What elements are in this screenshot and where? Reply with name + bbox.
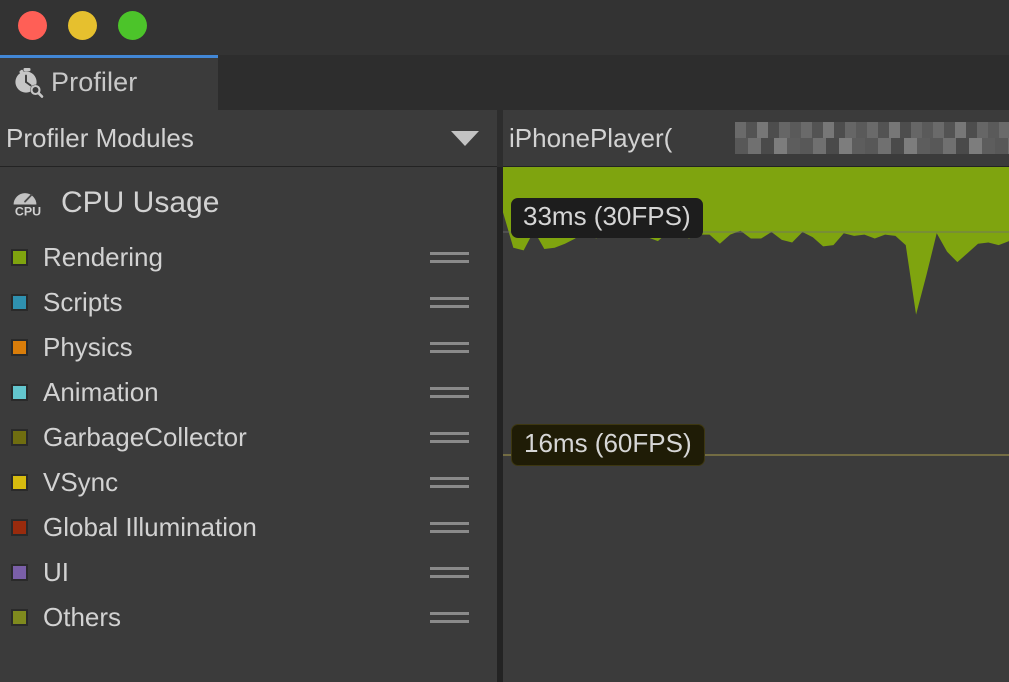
drag-handle-icon[interactable] [430, 477, 469, 489]
svg-text:CPU: CPU [15, 205, 41, 219]
legend-color-swatch[interactable] [11, 384, 28, 401]
cpu-gauge-icon: CPU [8, 183, 48, 223]
profiler-modules-label: Profiler Modules [6, 122, 194, 153]
profiler-window: Profiler Profiler Modules iPhonePlayer( … [0, 0, 1009, 682]
legend-item-ui[interactable]: UI [0, 550, 497, 595]
connected-player-header[interactable]: iPhonePlayer( [503, 110, 1009, 167]
legend-color-swatch[interactable] [11, 429, 28, 446]
tab-profiler[interactable]: Profiler [0, 55, 218, 110]
redacted-player-id [735, 122, 1009, 154]
legend-color-swatch[interactable] [11, 474, 28, 491]
legend-color-swatch[interactable] [11, 564, 28, 581]
legend-item-garbagecollector[interactable]: GarbageCollector [0, 415, 497, 460]
legend-item-others[interactable]: Others [0, 595, 497, 640]
profiler-modules-sidebar: CPU CPU Usage Rendering Scripts Physics Ani… [0, 167, 497, 682]
profiler-modules-dropdown[interactable]: Profiler Modules [0, 110, 497, 167]
legend-item-label: GarbageCollector [43, 422, 247, 452]
tab-bar: Profiler [0, 55, 1009, 110]
fps-marker-16ms: 16ms (60FPS) [511, 424, 705, 466]
close-button[interactable] [18, 11, 47, 40]
legend-item-label: Global Illumination [43, 512, 257, 542]
tab-active-accent [0, 55, 218, 58]
zoom-button[interactable] [118, 11, 147, 40]
cpu-legend-list: Rendering Scripts Physics Animation GarbageC… [0, 235, 497, 640]
legend-item-label: UI [43, 557, 69, 587]
legend-item-label: Physics [43, 332, 133, 362]
legend-item-label: VSync [43, 467, 119, 497]
drag-handle-icon[interactable] [430, 297, 469, 309]
legend-item-label: Others [43, 602, 122, 632]
legend-item-rendering[interactable]: Rendering [0, 235, 497, 280]
tab-label: Profiler [51, 67, 138, 97]
stopwatch-search-icon [11, 66, 45, 100]
legend-item-scripts[interactable]: Scripts [0, 280, 497, 325]
title-bar [0, 0, 1009, 55]
legend-item-label: Animation [43, 377, 159, 407]
legend-item-global-illumination[interactable]: Global Illumination [0, 505, 497, 550]
drag-handle-icon[interactable] [430, 387, 469, 399]
chevron-down-icon[interactable] [451, 131, 479, 146]
cpu-usage-module-header[interactable]: CPU CPU Usage [0, 177, 219, 229]
drag-handle-icon[interactable] [430, 252, 469, 264]
window-controls [18, 11, 147, 40]
legend-color-swatch[interactable] [11, 519, 28, 536]
drag-handle-icon[interactable] [430, 567, 469, 579]
fps-marker-33ms: 33ms (30FPS) [511, 198, 703, 238]
drag-handle-icon[interactable] [430, 432, 469, 444]
legend-item-physics[interactable]: Physics [0, 325, 497, 370]
player-name-label: iPhonePlayer( [509, 122, 673, 153]
legend-color-swatch[interactable] [11, 294, 28, 311]
legend-color-swatch[interactable] [11, 609, 28, 626]
legend-item-vsync[interactable]: VSync [0, 460, 497, 505]
legend-item-animation[interactable]: Animation [0, 370, 497, 415]
legend-item-label: Rendering [43, 242, 163, 272]
drag-handle-icon[interactable] [430, 522, 469, 534]
drag-handle-icon[interactable] [430, 612, 469, 624]
legend-item-label: Scripts [43, 287, 123, 317]
drag-handle-icon[interactable] [430, 342, 469, 354]
cpu-usage-chart[interactable]: 33ms (30FPS) 16ms (60FPS) [503, 167, 1009, 682]
legend-color-swatch[interactable] [11, 339, 28, 356]
legend-color-swatch[interactable] [11, 249, 28, 266]
minimize-button[interactable] [68, 11, 97, 40]
cpu-usage-title: CPU Usage [61, 186, 220, 219]
